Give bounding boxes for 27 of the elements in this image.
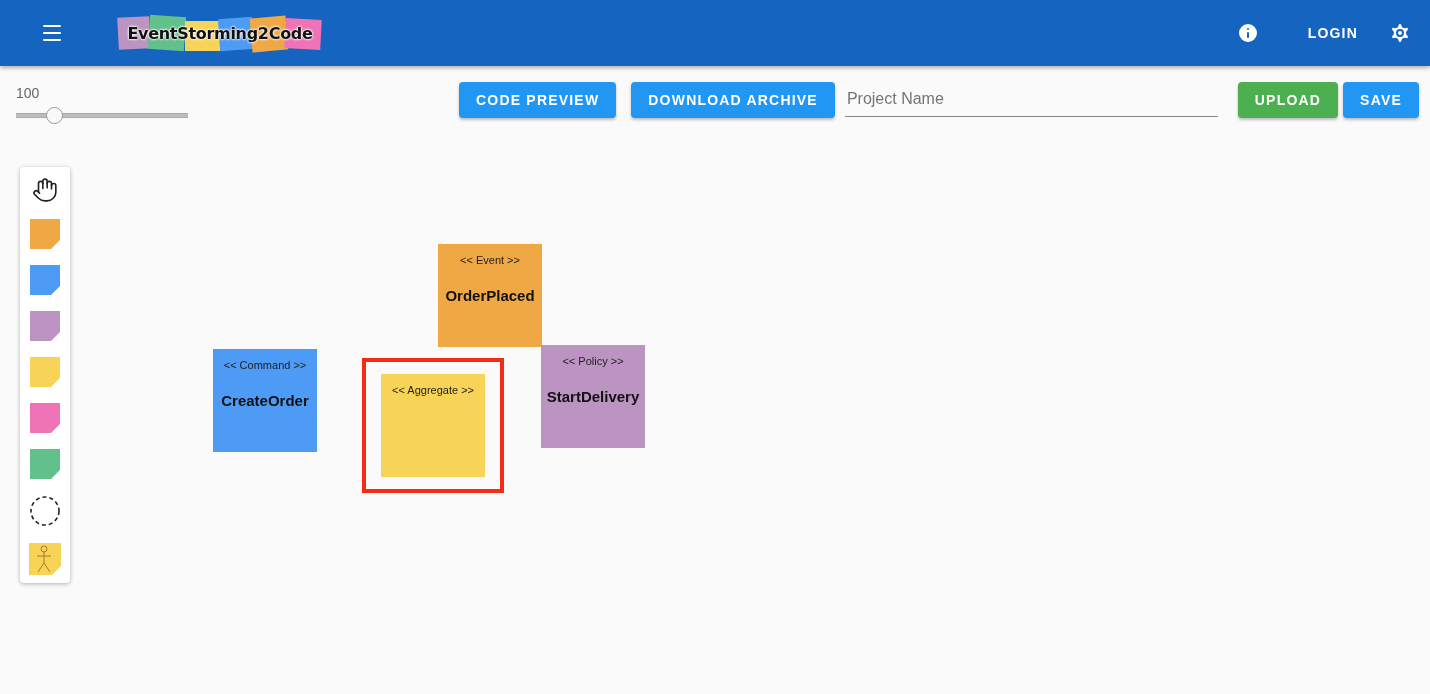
dashed-circle-icon[interactable] bbox=[29, 495, 61, 527]
sticky-title: StartDelivery bbox=[546, 388, 640, 405]
sticky-title: CreateOrder bbox=[221, 392, 309, 409]
sticky-note-icon[interactable] bbox=[30, 219, 60, 249]
stereotype-label: << Event >> bbox=[460, 254, 520, 266]
actor-sticky-icon[interactable] bbox=[29, 543, 61, 575]
stereotype-label: << Aggregate >> bbox=[392, 384, 474, 396]
stereotype-label: << Command >> bbox=[223, 359, 307, 371]
login-button[interactable]: LOGIN bbox=[1299, 19, 1366, 47]
sticky-note[interactable]: << Command >> CreateOrder bbox=[213, 349, 317, 452]
sticky-title: OrderPlaced bbox=[445, 287, 535, 304]
toolbar-button[interactable]: CODE PREVIEW bbox=[459, 82, 617, 118]
sticky-note-icon[interactable] bbox=[30, 403, 60, 433]
sticky-note-icon[interactable] bbox=[30, 311, 60, 341]
sticky-note-icon[interactable] bbox=[30, 357, 60, 387]
save-button[interactable]: SAVE bbox=[1343, 82, 1419, 118]
sticky-note-icon[interactable] bbox=[30, 449, 60, 479]
toolbar-button[interactable]: DOWNLOAD ARCHIVE bbox=[631, 82, 835, 118]
zoom-reading: 100 bbox=[16, 85, 41, 101]
hand-icon[interactable] bbox=[32, 177, 58, 203]
sticky-note-icon[interactable] bbox=[30, 265, 60, 295]
sticky-note[interactable]: << Aggregate >> bbox=[381, 374, 485, 477]
stereotype-label: << Policy >> bbox=[562, 355, 624, 367]
sticky-note[interactable]: << Policy >> StartDelivery bbox=[541, 345, 645, 448]
slider-thumb[interactable] bbox=[45, 107, 63, 124]
project-name-field[interactable]: Project Name bbox=[844, 82, 1218, 117]
sticky-note[interactable]: << Event >> OrderPlaced bbox=[438, 244, 542, 347]
